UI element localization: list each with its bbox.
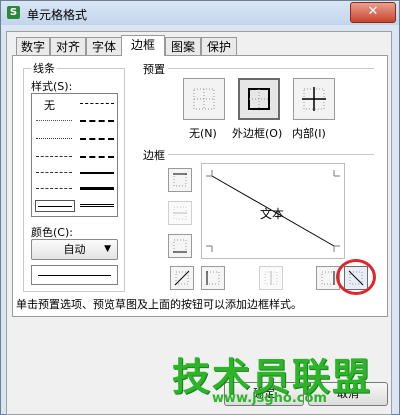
color-dropdown[interactable]: 自动 ▼ [31, 239, 118, 260]
tab-font[interactable]: 字体 [86, 37, 122, 55]
preset-inside-button[interactable] [293, 78, 335, 120]
line-style-selected[interactable] [35, 200, 75, 212]
border-preview[interactable]: 文本 [201, 163, 345, 259]
tab-pattern[interactable]: 图案 [165, 37, 201, 55]
preset-outline-label: 外边框(O) [232, 127, 283, 140]
line-style-option[interactable] [80, 187, 114, 190]
preset-none-icon [193, 88, 215, 110]
line-style-option[interactable] [80, 156, 114, 158]
app-icon: S [7, 6, 20, 19]
line-style-option[interactable] [36, 156, 72, 157]
border-diagonal-up-button[interactable] [170, 266, 194, 290]
color-label: 颜色(C): [31, 226, 73, 239]
border-inside-horizontal-button[interactable] [168, 201, 192, 225]
close-button[interactable]: ✕ [350, 2, 396, 23]
line-style-sample [38, 206, 72, 207]
tab-alignment[interactable]: 对齐 [50, 37, 86, 55]
border-section-title: 边框 [143, 149, 165, 162]
title-bar[interactable]: S 单元格格式 ✕ [1, 1, 399, 25]
line-style-option[interactable] [80, 138, 114, 140]
line-style-option[interactable] [80, 103, 114, 104]
window-title: 单元格格式 [27, 8, 88, 22]
line-style-option[interactable] [36, 120, 72, 121]
border-inside-vertical-button[interactable] [259, 266, 283, 290]
preset-inside-icon [302, 87, 326, 111]
preset-outline-icon [248, 88, 270, 110]
highlight-circle [336, 259, 376, 295]
line-style-option[interactable] [36, 138, 72, 139]
preset-inside-label: 内部(I) [292, 127, 326, 140]
line-style-option[interactable] [80, 172, 114, 174]
presets-title: 预置 [143, 63, 165, 76]
border-top-icon [173, 173, 187, 187]
line-style-option[interactable] [36, 188, 72, 189]
color-preview [31, 265, 118, 285]
line-style-list[interactable]: 无 [31, 93, 118, 217]
hint-text: 单击预置选项、预览草图及上面的按钮可以添加边框样式。 [16, 298, 302, 311]
preset-outline-button[interactable] [238, 78, 280, 120]
border-inside-horizontal-icon [173, 206, 187, 220]
border-bottom-icon [173, 239, 187, 253]
tab-border[interactable]: 边框 [121, 35, 165, 56]
chevron-down-icon: ▼ [104, 244, 111, 254]
border-section-divider [168, 154, 374, 155]
color-sample-line [38, 275, 111, 276]
color-value: 自动 [63, 243, 86, 256]
preset-none-button[interactable] [183, 78, 225, 120]
watermark-url: www.jsgho.com [212, 391, 327, 406]
line-style-option[interactable] [80, 204, 114, 207]
line-group-title: 线条 [31, 60, 57, 76]
style-label: 样式(S): [31, 80, 73, 93]
line-style-option[interactable] [36, 172, 72, 173]
tab-protection[interactable]: 保护 [201, 37, 237, 55]
border-inside-vertical-icon [264, 271, 278, 285]
line-style-none[interactable]: 无 [44, 97, 55, 113]
border-left-icon [206, 271, 220, 285]
border-top-button[interactable] [168, 168, 192, 192]
preview-text: 文本 [260, 207, 285, 221]
line-style-option[interactable] [80, 120, 114, 122]
tab-number[interactable]: 数字 [16, 37, 50, 55]
border-left-button[interactable] [201, 266, 225, 290]
presets-divider [168, 68, 374, 69]
preset-none-label: 无(N) [189, 127, 217, 140]
diagonal-up-icon [174, 270, 190, 286]
border-bottom-button[interactable] [168, 234, 192, 258]
